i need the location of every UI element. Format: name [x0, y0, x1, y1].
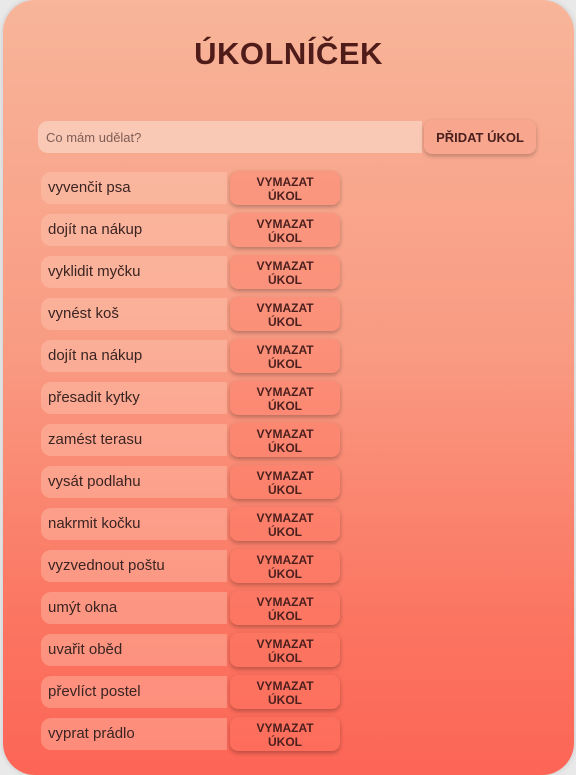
task-label: dojít na nákup [41, 214, 227, 246]
delete-label-line2: ÚKOL [268, 693, 302, 707]
delete-label-line1: VYMAZAT [256, 301, 314, 315]
task-item: vyklidit myčku VYMAZAT ÚKOL [41, 255, 351, 289]
delete-task-button[interactable]: VYMAZAT ÚKOL [230, 675, 340, 709]
add-task-button[interactable]: PŘIDAT ÚKOL [424, 120, 536, 154]
delete-task-button[interactable]: VYMAZAT ÚKOL [230, 297, 340, 331]
delete-label-line2: ÚKOL [268, 441, 302, 455]
delete-label-line2: ÚKOL [268, 735, 302, 749]
delete-label-line1: VYMAZAT [256, 385, 314, 399]
delete-label-line2: ÚKOL [268, 483, 302, 497]
delete-task-button[interactable]: VYMAZAT ÚKOL [230, 591, 340, 625]
delete-label-line1: VYMAZAT [256, 637, 314, 651]
task-item: uvařit oběd VYMAZAT ÚKOL [41, 633, 351, 667]
task-label: uvařit oběd [41, 634, 227, 666]
delete-label-line2: ÚKOL [268, 357, 302, 371]
task-item: vysát podlahu VYMAZAT ÚKOL [41, 465, 351, 499]
delete-label-line1: VYMAZAT [256, 553, 314, 567]
task-label: zamést terasu [41, 424, 227, 456]
add-task-row: PŘIDAT ÚKOL [38, 120, 538, 154]
delete-label-line2: ÚKOL [268, 651, 302, 665]
delete-task-button[interactable]: VYMAZAT ÚKOL [230, 633, 340, 667]
todo-card: ÚKOLNÍČEK PŘIDAT ÚKOL vyvenčit psa VYMAZ… [3, 0, 574, 775]
task-label: nakrmit kočku [41, 508, 227, 540]
delete-task-button[interactable]: VYMAZAT ÚKOL [230, 507, 340, 541]
task-item: vyprat prádlo VYMAZAT ÚKOL [41, 717, 351, 751]
delete-label-line1: VYMAZAT [256, 343, 314, 357]
delete-label-line2: ÚKOL [268, 231, 302, 245]
delete-label-line2: ÚKOL [268, 189, 302, 203]
delete-label-line1: VYMAZAT [256, 175, 314, 189]
delete-task-button[interactable]: VYMAZAT ÚKOL [230, 381, 340, 415]
task-item: umýt okna VYMAZAT ÚKOL [41, 591, 351, 625]
task-item: vynést koš VYMAZAT ÚKOL [41, 297, 351, 331]
task-label: dojít na nákup [41, 340, 227, 372]
task-label: přesadit kytky [41, 382, 227, 414]
app-title: ÚKOLNÍČEK [194, 36, 383, 71]
delete-task-button[interactable]: VYMAZAT ÚKOL [230, 339, 340, 373]
task-label: převlíct postel [41, 676, 227, 708]
task-input[interactable] [38, 121, 422, 153]
delete-task-button[interactable]: VYMAZAT ÚKOL [230, 465, 340, 499]
delete-label-line2: ÚKOL [268, 609, 302, 623]
task-label: vyvenčit psa [41, 172, 227, 204]
task-item: převlíct postel VYMAZAT ÚKOL [41, 675, 351, 709]
delete-label-line1: VYMAZAT [256, 595, 314, 609]
task-label: vynést koš [41, 298, 227, 330]
task-item: dojít na nákup VYMAZAT ÚKOL [41, 213, 351, 247]
task-item: dojít na nákup VYMAZAT ÚKOL [41, 339, 351, 373]
delete-label-line2: ÚKOL [268, 525, 302, 539]
delete-task-button[interactable]: VYMAZAT ÚKOL [230, 549, 340, 583]
delete-label-line2: ÚKOL [268, 315, 302, 329]
delete-label-line1: VYMAZAT [256, 427, 314, 441]
delete-task-button[interactable]: VYMAZAT ÚKOL [230, 423, 340, 457]
delete-label-line1: VYMAZAT [256, 511, 314, 525]
delete-task-button[interactable]: VYMAZAT ÚKOL [230, 255, 340, 289]
task-label: vysát podlahu [41, 466, 227, 498]
delete-label-line1: VYMAZAT [256, 721, 314, 735]
task-item: přesadit kytky VYMAZAT ÚKOL [41, 381, 351, 415]
delete-label-line2: ÚKOL [268, 273, 302, 287]
delete-task-button[interactable]: VYMAZAT ÚKOL [230, 717, 340, 751]
delete-label-line2: ÚKOL [268, 399, 302, 413]
delete-task-button[interactable]: VYMAZAT ÚKOL [230, 213, 340, 247]
delete-label-line1: VYMAZAT [256, 679, 314, 693]
delete-task-button[interactable]: VYMAZAT ÚKOL [230, 171, 340, 205]
task-list: vyvenčit psa VYMAZAT ÚKOL dojít na nákup… [41, 171, 351, 759]
delete-label-line2: ÚKOL [268, 567, 302, 581]
delete-label-line1: VYMAZAT [256, 259, 314, 273]
task-label: umýt okna [41, 592, 227, 624]
task-label: vyzvednout poštu [41, 550, 227, 582]
task-item: vyzvednout poštu VYMAZAT ÚKOL [41, 549, 351, 583]
task-item: vyvenčit psa VYMAZAT ÚKOL [41, 171, 351, 205]
task-item: nakrmit kočku VYMAZAT ÚKOL [41, 507, 351, 541]
task-item: zamést terasu VYMAZAT ÚKOL [41, 423, 351, 457]
task-label: vyklidit myčku [41, 256, 227, 288]
delete-label-line1: VYMAZAT [256, 217, 314, 231]
task-label: vyprat prádlo [41, 718, 227, 750]
delete-label-line1: VYMAZAT [256, 469, 314, 483]
